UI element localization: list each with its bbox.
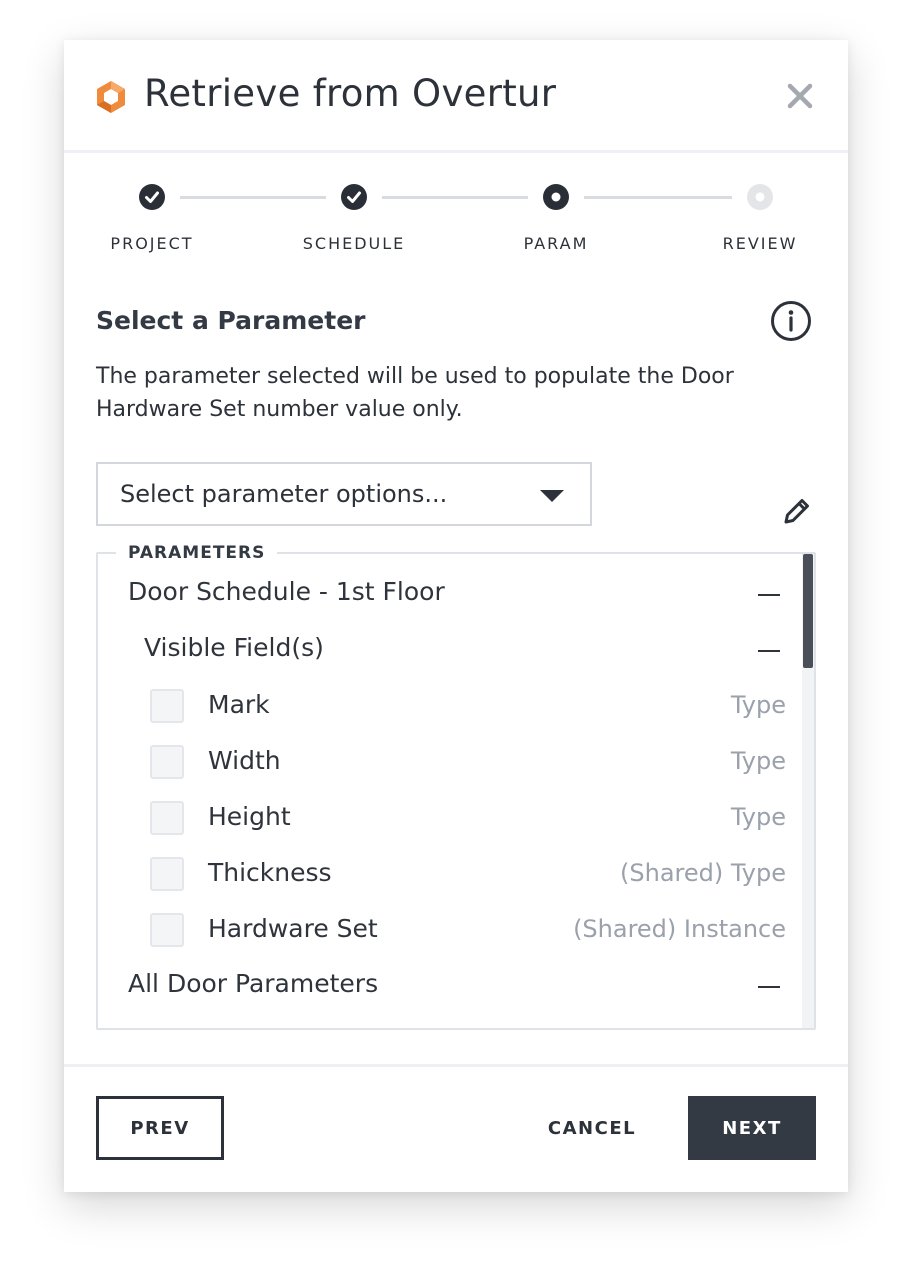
step-connector (382, 196, 528, 199)
field-checkbox[interactable] (150, 689, 184, 723)
parameters-legend: PARAMETERS (116, 543, 278, 563)
field-checkbox[interactable] (150, 913, 184, 947)
step-upcoming-dot-icon (747, 184, 773, 210)
field-type: Type (730, 691, 786, 719)
tree-group-all-door-parameters[interactable]: All Door Parameters (128, 969, 378, 1009)
dialog-title: Retrieve from Overtur (144, 72, 557, 115)
step-connector (180, 196, 326, 199)
section-title: Select a Parameter (96, 306, 366, 335)
section-description: The parameter selected will be used to p… (96, 364, 734, 422)
parameters-panel (96, 552, 816, 1030)
dialog-header: Retrieve from Overtur (64, 40, 848, 153)
field-name: Thickness (208, 858, 332, 887)
step-label-review: REVIEW (722, 234, 798, 253)
info-icon[interactable] (770, 300, 812, 342)
scrollbar-thumb[interactable] (803, 554, 813, 668)
collapse-minus-icon[interactable] (758, 594, 780, 596)
field-checkbox[interactable] (150, 857, 184, 891)
pencil-edit-icon[interactable] (780, 494, 814, 528)
close-icon[interactable] (782, 78, 818, 114)
field-checkbox[interactable] (150, 745, 184, 779)
field-checkbox[interactable] (150, 801, 184, 835)
collapse-minus-icon[interactable] (758, 650, 780, 652)
next-button[interactable]: NEXT (688, 1096, 816, 1160)
tree-subgroup-visible-fields[interactable]: Visible Field(s) (144, 633, 324, 673)
parameter-select-value: Select parameter options... (120, 480, 448, 508)
step-label-project: PROJECT (110, 234, 194, 253)
field-name: Mark (208, 690, 270, 719)
collapse-minus-icon[interactable] (758, 986, 780, 988)
step-label-schedule: SCHEDULE (302, 234, 406, 253)
cancel-button[interactable]: CANCEL (532, 1096, 652, 1160)
field-type: Type (730, 803, 786, 831)
tree-group-door-schedule[interactable]: Door Schedule - 1st Floor (128, 577, 445, 617)
field-name: Hardware Set (208, 914, 378, 943)
step-label-param: PARAM (523, 234, 589, 253)
overtur-logo-icon (97, 81, 125, 113)
progress-stepper: PROJECT SCHEDULE PARAM REVIEW (64, 180, 848, 260)
step-current-dot-icon[interactable] (543, 184, 569, 210)
prev-button[interactable]: PREV (96, 1096, 224, 1160)
parameter-select[interactable]: Select parameter options... (96, 462, 592, 526)
step-connector (584, 196, 732, 199)
chevron-down-icon (540, 490, 564, 502)
retrieve-dialog: Retrieve from Overtur PROJECT SCHEDULE P… (64, 40, 848, 1192)
field-type: (Shared) Instance (573, 915, 786, 943)
field-name: Width (208, 746, 281, 775)
step-complete-check-icon[interactable] (139, 184, 165, 210)
field-type: Type (730, 747, 786, 775)
field-name: Height (208, 802, 291, 831)
step-complete-check-icon[interactable] (341, 184, 367, 210)
footer-divider (64, 1064, 848, 1067)
field-type: (Shared) Type (620, 859, 786, 887)
